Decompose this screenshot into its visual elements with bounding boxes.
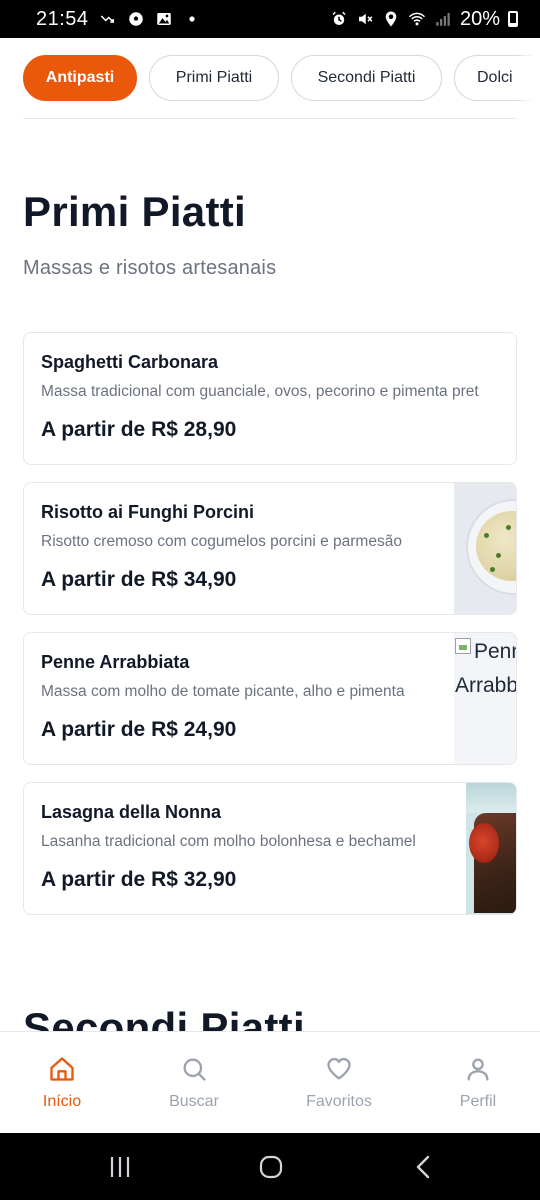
mute-icon [356, 10, 374, 28]
nav-item-perfil[interactable]: Perfil [418, 1032, 538, 1134]
dish-card-lasagna-nonna[interactable]: Lasagna della Nonna Lasanha tradicional … [23, 782, 517, 915]
dish-description: Lasanha tradicional com molho bolonhesa … [41, 833, 416, 850]
nav-label: Perfil [459, 1093, 497, 1110]
chips-scroll-fade [516, 38, 540, 118]
location-icon [382, 10, 400, 28]
nav-item-inicio[interactable]: Início [2, 1032, 122, 1134]
herb-dot [506, 525, 511, 530]
lasagna-photo [466, 783, 516, 914]
broken-image: Penne Arrabbiata [454, 633, 516, 764]
section-subtitle: Massas e risotos artesanais [23, 257, 277, 279]
battery-icon [508, 11, 518, 27]
dish-description: Massa com molho de tomate picante, alho … [41, 683, 405, 700]
dish-name: Spaghetti Carbonara [41, 352, 219, 372]
risotto-photo [454, 483, 516, 614]
status-bar: 21:54 20% [0, 0, 540, 38]
dish-description: Risotto cremoso com cogumelos porcini e … [41, 533, 402, 550]
tab-secondi-piatti[interactable]: Secondi Piatti [291, 55, 442, 101]
signal-icon [434, 10, 452, 28]
dish-price: A partir de R$ 32,90 [41, 868, 237, 891]
broken-image-icon [455, 638, 471, 654]
dish-description: Massa tradicional com guanciale, ovos, p… [41, 383, 479, 400]
dish-card-spaghetti-carbonara[interactable]: Spaghetti Carbonara Massa tradicional co… [23, 332, 517, 465]
herb-dot [484, 533, 489, 538]
herb-dot [490, 567, 495, 572]
app-screen: 21:54 20% Antipasti Primi Piatti Secondi… [0, 0, 540, 1200]
heart-icon [325, 1055, 353, 1083]
soccer-ball-icon [127, 10, 145, 28]
dish-price: A partir de R$ 34,90 [41, 568, 237, 591]
nav-item-favoritos[interactable]: Favoritos [279, 1032, 399, 1134]
nav-item-buscar[interactable]: Buscar [134, 1032, 254, 1134]
category-tabs: Antipasti Primi Piatti Secondi Piatti Do… [0, 38, 540, 118]
tab-antipasti[interactable]: Antipasti [23, 55, 137, 101]
dish-name: Risotto ai Funghi Porcini [41, 502, 254, 522]
section-title: Primi Piatti [23, 188, 246, 235]
dish-price: A partir de R$ 28,90 [41, 418, 237, 441]
status-right: 20% [330, 8, 518, 31]
nav-label: Início [42, 1093, 82, 1110]
plate-rim-shape [466, 783, 516, 813]
status-time: 21:54 [36, 7, 89, 30]
user-icon [464, 1055, 492, 1083]
status-left: 21:54 [36, 8, 201, 31]
missed-call-icon [99, 10, 117, 28]
bottom-navigation: Início Buscar Favoritos Perfil [0, 1031, 540, 1133]
dish-card-risotto-funghi[interactable]: Risotto ai Funghi Porcini Risotto cremos… [23, 482, 517, 615]
home-icon [48, 1055, 76, 1083]
nav-label: Favoritos [306, 1093, 372, 1110]
dot-icon [183, 10, 201, 28]
nav-label: Buscar [169, 1093, 219, 1110]
search-icon [180, 1055, 208, 1083]
system-navigation-bar [0, 1133, 540, 1200]
wifi-icon [408, 10, 426, 28]
dish-name: Lasagna della Nonna [41, 802, 222, 822]
dish-card-penne-arrabbiata[interactable]: Penne Arrabbiata Massa com molho de toma… [23, 632, 517, 765]
home-circle-icon[interactable] [257, 1153, 285, 1181]
dish-name: Penne Arrabbiata [41, 652, 190, 672]
sauce-shape [469, 823, 499, 863]
chips-divider [23, 118, 517, 119]
herb-dot [496, 553, 501, 558]
gallery-icon [155, 10, 173, 28]
tab-primi-piatti[interactable]: Primi Piatti [149, 55, 279, 101]
battery-percent: 20% [459, 7, 500, 30]
recent-apps-icon[interactable] [106, 1153, 134, 1181]
dish-price: A partir de R$ 24,90 [41, 718, 237, 741]
alarm-icon [330, 10, 348, 28]
back-chevron-icon[interactable] [410, 1153, 438, 1181]
